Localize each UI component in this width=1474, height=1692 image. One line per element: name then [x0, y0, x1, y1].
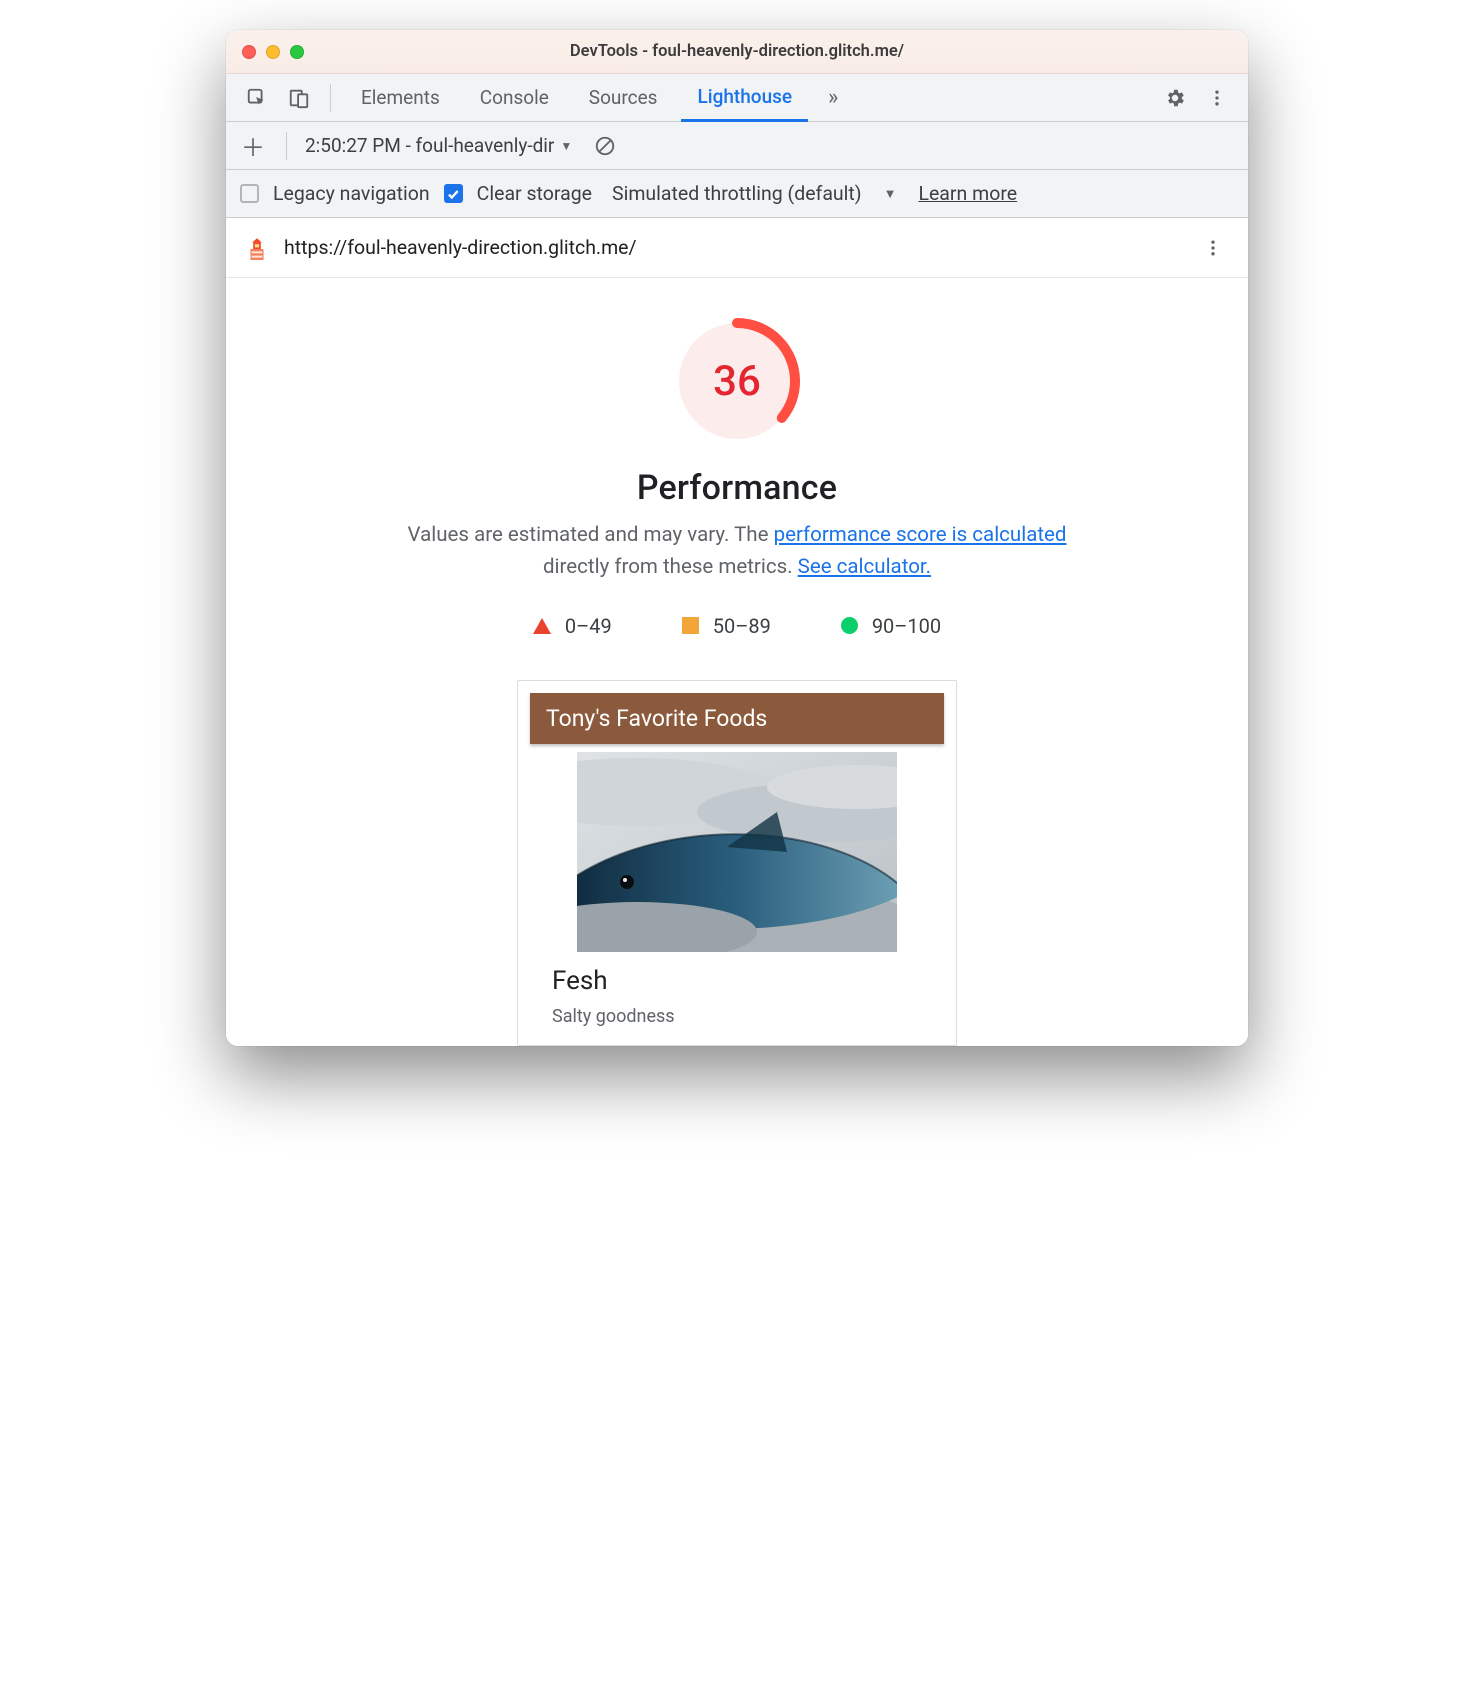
tab-lighthouse[interactable]: Lighthouse [681, 74, 808, 122]
kebab-menu-icon[interactable] [1200, 81, 1234, 115]
category-description: Values are estimated and may vary. The p… [377, 520, 1097, 584]
device-toolbar-icon[interactable] [282, 81, 316, 115]
legend-average: 50–89 [682, 614, 771, 638]
filmstrip-image [577, 752, 897, 952]
legacy-navigation-label: Legacy navigation [273, 182, 430, 205]
desc-text: directly from these metrics. [543, 555, 798, 579]
legend-pass: 90–100 [841, 614, 941, 638]
throttling-dropdown-icon[interactable]: ▼ [884, 186, 897, 202]
report-kebab-icon[interactable] [1196, 231, 1230, 265]
triangle-icon [533, 618, 551, 634]
clear-storage-label: Clear storage [477, 182, 592, 205]
report-url-row: https://foul-heavenly-direction.glitch.m… [226, 218, 1248, 278]
separator [330, 84, 331, 112]
devtools-window: DevTools - foul-heavenly-direction.glitc… [226, 30, 1248, 1046]
settings-gear-icon[interactable] [1158, 81, 1192, 115]
chevron-down-icon: ▼ [560, 139, 572, 153]
report-selector-label: 2:50:27 PM - foul-heavenly-dir [305, 134, 554, 157]
report-selector[interactable]: 2:50:27 PM - foul-heavenly-dir ▼ [305, 134, 572, 157]
clear-icon[interactable] [588, 129, 622, 163]
performance-score-calc-link[interactable]: performance score is calculated [774, 523, 1067, 547]
throttling-label: Simulated throttling (default) [612, 182, 862, 205]
more-tabs-icon[interactable]: » [816, 81, 850, 115]
tab-sources[interactable]: Sources [573, 74, 674, 122]
lighthouse-options-bar: Legacy navigation Clear storage Simulate… [226, 170, 1248, 218]
legend-pass-label: 90–100 [872, 614, 941, 638]
lighthouse-logo-icon [244, 235, 270, 261]
circle-icon [841, 617, 858, 634]
learn-more-link[interactable]: Learn more [918, 182, 1017, 205]
new-report-button[interactable]: ＋ [238, 131, 268, 161]
square-icon [682, 617, 699, 634]
tab-console[interactable]: Console [464, 74, 565, 122]
window-close-button[interactable] [242, 45, 256, 59]
window-traffic-lights [226, 45, 304, 59]
report-url: https://foul-heavenly-direction.glitch.m… [284, 236, 1182, 259]
filmstrip-item-title: Fesh [552, 966, 922, 996]
window-titlebar: DevTools - foul-heavenly-direction.glitc… [226, 30, 1248, 74]
see-calculator-link[interactable]: See calculator. [798, 555, 931, 579]
legacy-navigation-checkbox[interactable] [240, 184, 259, 203]
desc-text: Values are estimated and may vary. The [408, 523, 774, 547]
inspect-element-icon[interactable] [240, 81, 274, 115]
clear-storage-checkbox[interactable] [444, 184, 463, 203]
category-title: Performance [637, 468, 837, 508]
performance-score: 36 [672, 316, 802, 446]
filmstrip-app-header: Tony's Favorite Foods [530, 693, 944, 744]
lighthouse-report: 36 Performance Values are estimated and … [226, 278, 1248, 1046]
lighthouse-report-bar: ＋ 2:50:27 PM - foul-heavenly-dir ▼ [226, 122, 1248, 170]
legend-fail: 0–49 [533, 614, 612, 638]
window-title: DevTools - foul-heavenly-direction.glitc… [226, 42, 1248, 61]
score-legend: 0–49 50–89 90–100 [533, 614, 941, 638]
tab-elements[interactable]: Elements [345, 74, 456, 122]
performance-gauge: 36 [672, 316, 802, 446]
filmstrip-item-subtitle: Salty goodness [552, 1006, 922, 1027]
filmstrip-frame: Tony's Favorite Foods [517, 680, 957, 1046]
legend-fail-label: 0–49 [565, 614, 612, 638]
devtools-tabs-bar: Elements Console Sources Lighthouse » [226, 74, 1248, 122]
window-zoom-button[interactable] [290, 45, 304, 59]
legend-average-label: 50–89 [713, 614, 771, 638]
window-minimize-button[interactable] [266, 45, 280, 59]
separator [286, 132, 287, 160]
